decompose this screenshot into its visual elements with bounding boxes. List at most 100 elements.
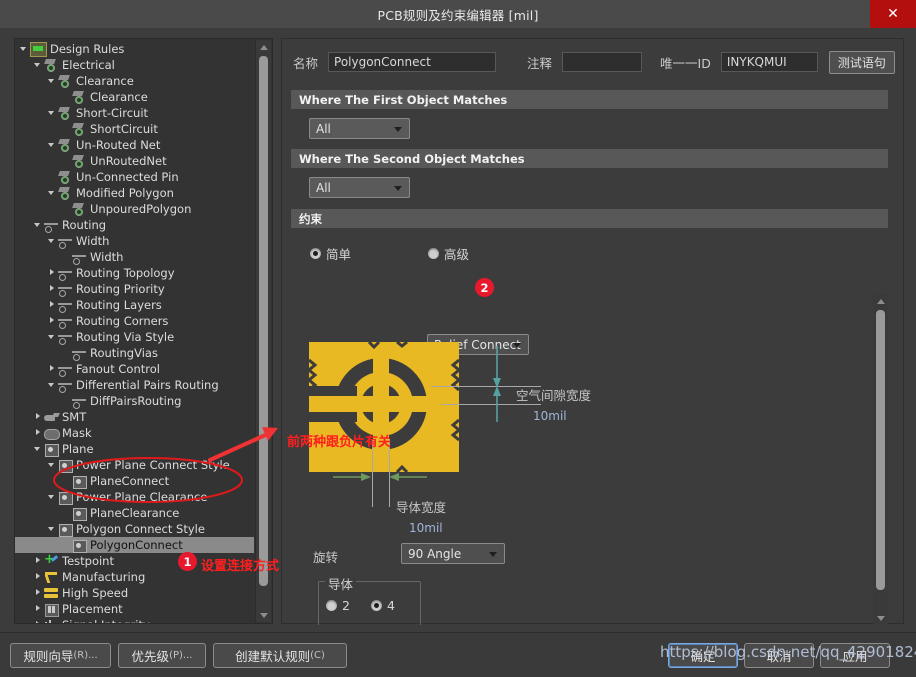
chevron-down-icon [489,552,497,557]
cancel-button[interactable]: 取消 [744,643,814,668]
tree-item[interactable]: Routing Via Style [15,329,254,345]
collapse-icon[interactable] [33,441,44,457]
tree-item[interactable]: Width [15,249,254,265]
expand-icon[interactable] [47,361,58,377]
expand-icon[interactable] [33,585,44,601]
tree-item[interactable]: Width [15,233,254,249]
tree-item[interactable]: UnRoutedNet [15,153,254,169]
tree-item[interactable]: Un-Routed Net [15,137,254,153]
tree-scroll-down-icon[interactable] [256,608,271,622]
constraint-scroll-down-icon[interactable] [873,611,888,625]
close-button[interactable]: ✕ [870,0,916,28]
constraint-scroll-area: 连接方式 Relief Connect [291,284,888,625]
tree-item[interactable]: SMT [15,409,254,425]
tree-item[interactable]: Testpoint [15,553,254,569]
collapse-icon[interactable] [47,377,58,393]
rule-comment-input[interactable] [562,52,642,72]
collapse-icon[interactable] [47,521,58,537]
create-default-rules-button[interactable]: 创建默认规则(C) [213,643,347,668]
expand-icon[interactable] [33,409,44,425]
tree-item[interactable]: High Speed [15,585,254,601]
tree-item[interactable]: Manufacturing [15,569,254,585]
collapse-icon[interactable] [33,57,44,73]
tree-item[interactable]: Signal Integrity [15,617,254,623]
rotation-dropdown[interactable]: 90 Angle [401,543,505,564]
test-statement-button[interactable]: 测试语句 [829,51,895,74]
collapse-icon[interactable] [47,73,58,89]
collapse-icon[interactable] [47,137,58,153]
tree-scroll-up-icon[interactable] [256,40,271,54]
rules-tree-panel[interactable]: Design RulesElectricalClearanceClearance… [14,38,273,624]
radio-advanced[interactable]: 高级 [428,244,469,263]
expand-icon[interactable] [33,425,44,441]
tree-item[interactable]: Clearance [15,89,254,105]
tree-item[interactable]: Routing [15,217,254,233]
expand-icon[interactable] [33,617,44,623]
expand-icon[interactable] [33,553,44,569]
tree-item[interactable]: Power Plane Connect Style [15,457,254,473]
tree-item[interactable]: Routing Priority [15,281,254,297]
tree-item[interactable]: Clearance [15,73,254,89]
collapse-icon[interactable] [47,233,58,249]
collapse-icon[interactable] [47,329,58,345]
tree-item[interactable]: Power Plane Clearance [15,489,254,505]
tree-item-label: RoutingVias [90,346,162,360]
radio-simple[interactable]: 简单 [310,244,351,263]
tree-scroll-thumb[interactable] [259,56,268,586]
tree-item[interactable]: PlaneClearance [15,505,254,521]
tree-scrollbar[interactable] [255,40,271,622]
radio-conductors-4[interactable]: 4 [371,598,395,613]
expand-icon[interactable] [47,297,58,313]
tree-item[interactable]: DiffPairsRouting [15,393,254,409]
tree-item[interactable]: Placement [15,601,254,617]
collapse-icon[interactable] [19,41,30,57]
tree-item[interactable]: Mask [15,425,254,441]
tree-item[interactable]: Modified Polygon [15,185,254,201]
tree-item-label: Clearance [90,90,152,104]
priority-button[interactable]: 优先级(P)... [118,643,206,668]
electrical-icon [58,107,73,120]
radio-simple-label: 简单 [326,244,351,263]
first-match-scope-dropdown[interactable]: All [309,118,410,139]
constraint-scrollbar[interactable] [873,294,888,625]
collapse-icon[interactable] [47,457,58,473]
tree-item[interactable]: Polygon Connect Style [15,521,254,537]
tree-item[interactable]: ShortCircuit [15,121,254,137]
expand-icon[interactable] [33,601,44,617]
tree-item[interactable]: Un-Connected Pin [15,169,254,185]
expand-icon[interactable] [33,569,44,585]
chevron-down-icon [394,186,402,191]
collapse-icon[interactable] [47,105,58,121]
tree-item[interactable]: Electrical [15,57,254,73]
apply-button[interactable]: 应用 [820,643,890,668]
twisty-spacer [61,89,72,105]
tree-item[interactable]: UnpouredPolygon [15,201,254,217]
expand-icon[interactable] [47,281,58,297]
rules-tree[interactable]: Design RulesElectricalClearanceClearance… [15,39,254,623]
tree-item[interactable]: Routing Layers [15,297,254,313]
tree-item[interactable]: Design Rules [15,41,254,57]
collapse-icon[interactable] [47,489,58,505]
expand-icon[interactable] [47,265,58,281]
tree-item-label: High Speed [62,586,132,600]
second-match-scope-dropdown[interactable]: All [309,177,410,198]
collapse-icon[interactable] [47,185,58,201]
constraint-scroll-thumb[interactable] [876,310,885,590]
expand-icon[interactable] [47,313,58,329]
twisty-spacer [61,249,72,265]
tree-item[interactable]: Short-Circuit [15,105,254,121]
tree-item[interactable]: Plane [15,441,254,457]
tree-item[interactable]: RoutingVias [15,345,254,361]
tree-item[interactable]: PlaneConnect [15,473,254,489]
rule-name-input[interactable] [328,52,496,72]
ok-button[interactable]: 确定 [668,643,738,668]
collapse-icon[interactable] [33,217,44,233]
rule-unique-id-input[interactable] [721,52,818,72]
rule-wizard-button[interactable]: 规则向导(R)... [10,643,111,668]
tree-item[interactable]: Differential Pairs Routing [15,377,254,393]
tree-item[interactable]: Routing Corners [15,313,254,329]
tree-item[interactable]: Fanout Control [15,361,254,377]
constraint-scroll-up-icon[interactable] [873,294,888,308]
tree-item[interactable]: Routing Topology [15,265,254,281]
radio-conductors-2[interactable]: 2 [326,598,350,613]
